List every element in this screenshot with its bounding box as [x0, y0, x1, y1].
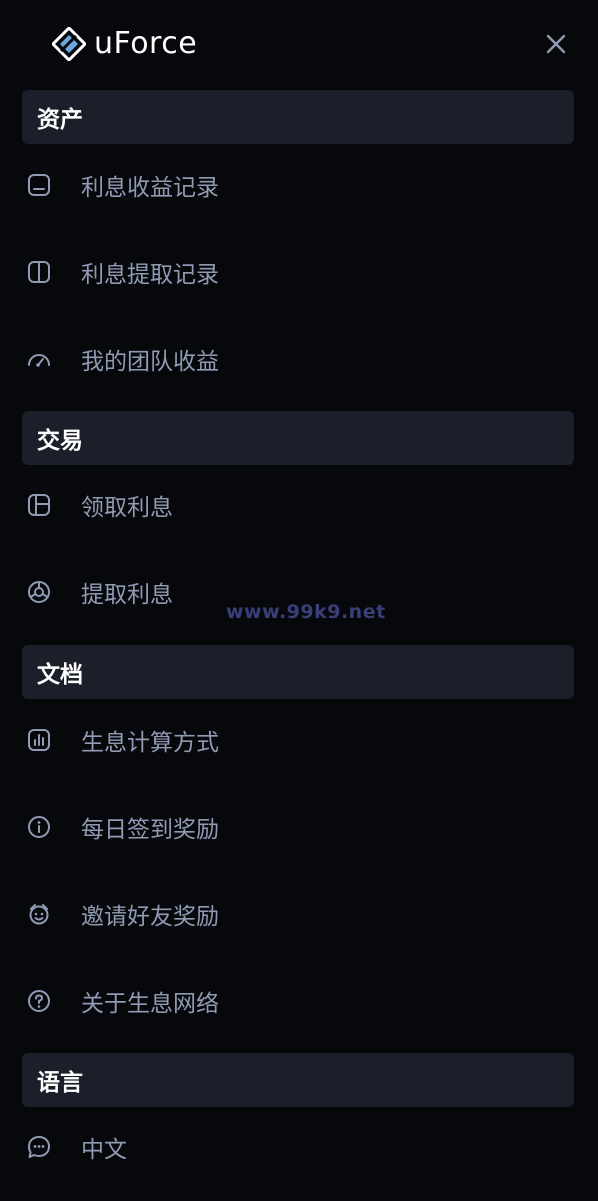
gauge-icon — [26, 346, 52, 372]
menu-item-invite-friends[interactable]: 邀请好友奖励 — [22, 886, 574, 942]
menu-item-about-network[interactable]: 关于生息网络 — [22, 973, 574, 1029]
section-title: 文档 — [37, 662, 83, 688]
mood-icon — [26, 901, 52, 927]
section-title: 语言 — [37, 1070, 83, 1096]
header: uForce — [0, 0, 598, 88]
menu-item-label: 领取利息 — [81, 495, 173, 521]
close-icon[interactable] — [540, 28, 572, 60]
bar-chart-icon — [26, 727, 52, 753]
layout-icon — [26, 492, 52, 518]
watermark: www.99k9.net — [226, 601, 386, 623]
menu-item-language-chinese[interactable]: 中文 — [22, 1119, 574, 1175]
section-title: 资产 — [37, 107, 83, 133]
menu-item-label: 中文 — [81, 1137, 127, 1163]
menu-item-label: 利息提取记录 — [81, 262, 219, 288]
section-language: 语言 — [22, 1053, 574, 1107]
info-icon — [26, 814, 52, 840]
menu-item-interest-calculation[interactable]: 生息计算方式 — [22, 712, 574, 768]
logo[interactable]: uForce — [52, 26, 197, 62]
tablet-icon — [26, 172, 52, 198]
menu-item-label: 利息收益记录 — [81, 175, 219, 201]
menu-item-interest-income-record[interactable]: 利息收益记录 — [22, 157, 574, 213]
app-name: uForce — [94, 26, 198, 61]
menu-item-team-income[interactable]: 我的团队收益 — [22, 331, 574, 387]
menu-item-label: 我的团队收益 — [81, 349, 219, 375]
section-assets: 资产 — [22, 90, 574, 144]
menu-item-label: 关于生息网络 — [81, 991, 219, 1017]
split-panel-icon — [26, 259, 52, 285]
section-title: 交易 — [37, 428, 83, 454]
menu-item-claim-interest[interactable]: 领取利息 — [22, 477, 574, 533]
message-dots-icon — [26, 1134, 52, 1160]
menu-item-label: 提取利息 — [81, 582, 173, 608]
section-docs: 文档 — [22, 645, 574, 699]
help-icon — [26, 988, 52, 1014]
menu-item-interest-withdraw-record[interactable]: 利息提取记录 — [22, 244, 574, 300]
section-trade: 交易 — [22, 411, 574, 465]
chart-pie-icon — [26, 579, 52, 605]
logo-icon — [52, 27, 86, 61]
menu-item-label: 邀请好友奖励 — [81, 904, 219, 930]
menu-item-label: 生息计算方式 — [81, 730, 219, 756]
menu-item-daily-checkin[interactable]: 每日签到奖励 — [22, 799, 574, 855]
menu-item-label: 每日签到奖励 — [81, 817, 219, 843]
